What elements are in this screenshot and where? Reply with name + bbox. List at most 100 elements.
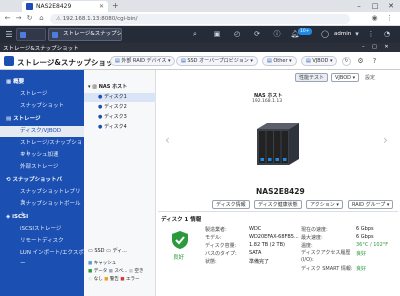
help-icon[interactable]: ? xyxy=(370,57,379,66)
browser-tab[interactable]: NAS2E8429 ✕ xyxy=(22,1,108,12)
model-value: WD20EFAX-68FB5... xyxy=(249,234,299,240)
url-text: 192.168.1.13:8080/cgi-bin/ xyxy=(62,16,138,22)
bus-type-label: バスのタイプ: xyxy=(205,251,237,257)
back-icon[interactable]: ← xyxy=(3,14,12,23)
legend-error-swatch: ■ xyxy=(120,277,125,282)
health-check-icon xyxy=(170,230,190,250)
browser-tab-bar: NAS2E8429 ✕ + – □ ✕ xyxy=(0,0,400,12)
new-tab-icon[interactable]: + xyxy=(112,1,119,11)
sidebar-item-storage-snapshot[interactable]: ストレージ/スナップショット xyxy=(0,138,84,157)
sidebar-item-cache[interactable]: キャッシュ加速 xyxy=(0,150,84,161)
legend-cache-swatch: ■ xyxy=(88,261,93,266)
snapshot-icon[interactable]: ▣ xyxy=(212,30,222,39)
sidebar-item-lun-import-export[interactable]: LUN インポート/エクスポー xyxy=(0,248,84,267)
page-title: ストレージ&スナップショット xyxy=(17,58,121,67)
chevron-down-icon: ▾ xyxy=(248,58,253,64)
settings-icon[interactable]: ⚙ xyxy=(356,57,365,66)
tree-item-disk-3[interactable]: ● ディスク3 xyxy=(84,113,156,122)
sidebar-category-storage[interactable]: ▤ ストレージ xyxy=(0,114,84,125)
active-app-label: ストレージ&スナップショット xyxy=(63,31,122,37)
vjbod-chip[interactable]: ▤ VJBOD ▾ xyxy=(301,56,338,66)
sync-icon[interactable]: ⟳ xyxy=(252,30,262,39)
refresh-icon[interactable]: ↻ xyxy=(342,57,351,66)
sidebar-item-external-storage[interactable]: 外部ストレージ xyxy=(0,162,84,173)
smart-info-value[interactable]: 良好 xyxy=(356,265,366,272)
tree-item-disk-2[interactable]: ● ディスク2 xyxy=(84,103,156,112)
temperature-value: 36°C / 102°F xyxy=(356,242,389,248)
profile-icon[interactable]: ◉ xyxy=(370,14,379,23)
nas-device-image[interactable] xyxy=(253,121,301,167)
sidebar-item-label: iSCSIストレージ xyxy=(20,226,62,232)
tree-label: ディスク4 xyxy=(103,124,127,130)
raid-group-dropdown-button[interactable]: RAID グループ ▾ xyxy=(348,200,394,209)
tree-item-disk-1[interactable]: ● ディスク1 xyxy=(84,93,156,102)
app-taskbar-button[interactable] xyxy=(16,28,46,41)
sidebar-item-snapshot[interactable]: スナップショット xyxy=(0,101,84,112)
search-icon[interactable]: ⌕ xyxy=(190,30,200,39)
ssd-overprovision-chip[interactable]: ▤ SSD オーバープロビジョン ▾ xyxy=(176,56,258,66)
legend-label: キャッシュ xyxy=(93,261,117,266)
user-icon[interactable]: ◯ xyxy=(320,30,330,39)
legend-label: データ xyxy=(93,269,108,274)
disk-info-button[interactable]: ディスク情報 xyxy=(212,200,250,209)
disk-health-button[interactable]: ディスク健康状態 xyxy=(254,200,302,209)
sidebar-category-iscsi[interactable]: ◈ iSCSI xyxy=(0,212,84,223)
sidebar-item-snapshot-replica[interactable]: スナップショットレプリカ xyxy=(0,187,84,206)
sidebar-item-storage[interactable]: ストレージ xyxy=(0,89,84,100)
sidebar-item-disk-vjbod[interactable]: ディスク/VJBOD xyxy=(0,126,84,137)
prev-arrow-icon[interactable]: ‹ xyxy=(165,133,170,147)
info-icon[interactable]: ⓘ xyxy=(272,30,282,39)
sidebar-item-label: 概要 xyxy=(13,79,25,85)
browser-menu-icon[interactable]: ⋮ xyxy=(385,14,394,23)
chevron-down-icon: ▾ xyxy=(334,202,339,208)
action-dropdown-button[interactable]: アクション ▾ xyxy=(306,200,343,209)
user-name[interactable]: admin xyxy=(334,31,351,37)
legend-label: なし xyxy=(93,277,103,282)
other-chip[interactable]: ▤ Other ▾ xyxy=(262,56,297,66)
sidebar-category-snapshot-backup[interactable]: ⟲ スナップショットバ xyxy=(0,175,84,186)
reload-icon[interactable]: ↻ xyxy=(25,14,34,23)
legend-data-swatch: ■ xyxy=(88,269,93,274)
vjbod-dropdown-button[interactable]: VJBOD ▾ xyxy=(331,73,360,82)
model-label: モデル: xyxy=(205,235,222,241)
settings-link[interactable]: 設定 xyxy=(365,74,375,81)
tree-label: ディスク3 xyxy=(103,114,127,120)
legend-spare-swatch: ■ xyxy=(108,269,113,274)
window-close-icon[interactable]: ✕ xyxy=(384,1,398,11)
current-speed-value: 6 Gbps xyxy=(356,226,374,232)
disk-info-section-title: ディスク 1 情報 xyxy=(161,217,202,223)
more-icon[interactable]: ⋮ xyxy=(366,30,376,39)
maximize-icon[interactable]: □ xyxy=(368,1,382,11)
button-label: RAID グループ xyxy=(352,202,386,208)
tree-root-nas-host[interactable]: ▾ ▥ NAS ホスト xyxy=(84,83,156,92)
tree-label: ディスク1 xyxy=(103,94,127,100)
minimize-icon[interactable]: – xyxy=(352,1,366,11)
external-raid-chip[interactable]: ▤ 外部 RAID デバイス ▾ xyxy=(110,56,176,66)
legend-row-3: ■ なし ■ 警告 ■ エラー xyxy=(88,276,139,282)
bus-type-value: SATA xyxy=(249,250,262,256)
sidebar-item-remote-disk[interactable]: リモートディスク xyxy=(0,236,84,247)
dashboard-icon[interactable]: ◔ xyxy=(382,30,392,39)
main-menu-icon[interactable]: ☰ xyxy=(4,30,14,39)
forward-icon[interactable]: → xyxy=(14,14,23,23)
tab-title: NAS2E8429 xyxy=(36,3,72,10)
sidebar-item-snapshot-vault[interactable]: スナップショットボールト xyxy=(0,199,84,218)
url-field[interactable]: ⚠ 192.168.1.13:8080/cgi-bin/ xyxy=(50,14,350,24)
legend-label: スペ... xyxy=(114,269,128,274)
performance-test-button[interactable]: 性能テスト xyxy=(295,73,329,82)
active-app-button[interactable]: ストレージ&スナップショット xyxy=(48,28,122,41)
home-icon[interactable]: ⌂ xyxy=(37,14,46,23)
window-controls[interactable]: – □ ✕ xyxy=(362,44,392,50)
tab-close-icon[interactable]: ✕ xyxy=(99,3,104,10)
access-history-value[interactable]: 良好 xyxy=(356,250,366,257)
user-dropdown-icon[interactable]: ▾ xyxy=(352,30,362,39)
chip-label: SSD オーバープロビジョン xyxy=(187,58,249,64)
legend-type-row: ▭ SSD ▭ ディ... xyxy=(88,247,127,254)
notification-badge: 10+ xyxy=(298,28,312,35)
sidebar-item-iscsi-storage[interactable]: iSCSIストレージ xyxy=(0,224,84,235)
sidebar-category-overview[interactable]: ▦ 概要 xyxy=(0,77,84,88)
lock-icon: ⚠ xyxy=(56,16,63,22)
speed-icon[interactable]: ◴ xyxy=(232,30,242,39)
next-arrow-icon[interactable]: › xyxy=(383,133,388,147)
tree-item-disk-4[interactable]: ● ディスク4 xyxy=(84,123,156,132)
